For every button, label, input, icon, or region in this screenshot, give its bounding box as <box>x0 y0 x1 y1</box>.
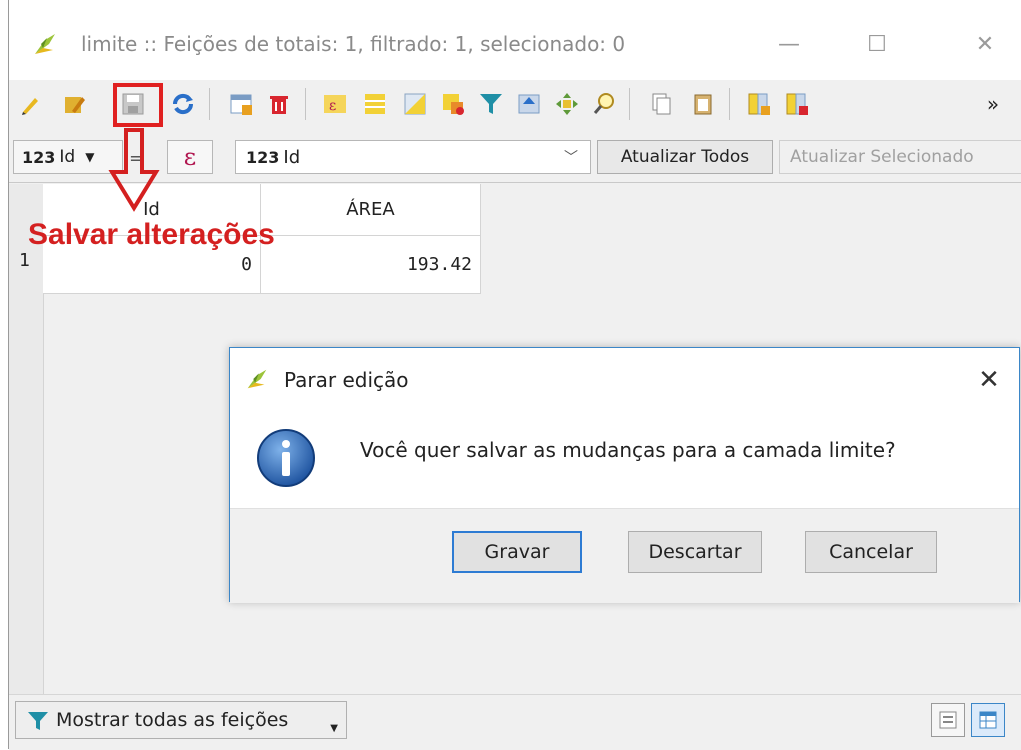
integer-type-icon: 123 <box>246 147 280 167</box>
form-view-button[interactable] <box>931 703 965 737</box>
discard-button[interactable]: Descartar <box>628 531 762 573</box>
move-selection-top-button[interactable] <box>515 90 543 118</box>
paste-button[interactable] <box>689 90 717 118</box>
maximize-button[interactable]: ☐ <box>857 24 897 64</box>
multi-edit-button[interactable] <box>61 90 89 118</box>
dropdown-arrow-icon: ▼ <box>330 723 338 734</box>
delete-field-button[interactable] <box>783 90 811 118</box>
field-selector-value: Id <box>59 147 76 167</box>
stop-editing-dialog: Parar edição ✕ Você quer salvar as mudan… <box>229 347 1020 603</box>
update-selected-button: Atualizar Selecionado <box>779 140 1021 174</box>
zoom-to-selected-button[interactable] <box>591 90 619 118</box>
annotation-arrow <box>108 128 160 212</box>
delete-feature-icon <box>270 96 288 114</box>
pan-to-selected-button[interactable] <box>553 90 581 118</box>
delete-field-icon <box>786 93 808 115</box>
new-field-icon <box>748 93 770 115</box>
add-feature-button[interactable] <box>227 90 255 118</box>
reload-icon <box>172 93 194 115</box>
chevron-down-icon: ﹀ <box>564 150 578 166</box>
field-selector[interactable]: 123 Id ▼ <box>13 140 123 174</box>
select-all-icon <box>365 94 385 114</box>
deselect-all-button[interactable] <box>439 90 467 118</box>
delete-feature-button[interactable] <box>265 90 293 118</box>
add-feature-icon <box>230 94 252 115</box>
expression-combo-value: Id <box>283 146 301 168</box>
pan-icon <box>556 93 578 115</box>
toggle-edit-button[interactable] <box>17 90 45 118</box>
cancel-button[interactable]: Cancelar <box>805 531 937 573</box>
copy-button[interactable] <box>647 90 675 118</box>
minimize-icon: — <box>778 31 800 57</box>
select-all-button[interactable] <box>361 90 389 118</box>
move-to-top-icon <box>518 94 540 114</box>
expression-icon: ε <box>183 143 197 171</box>
window-title: limite :: Feições de totais: 1, filtrado… <box>81 32 626 56</box>
deselect-icon <box>443 94 464 115</box>
toggle-edit-icon <box>22 98 38 115</box>
qgis-logo-icon <box>244 366 270 396</box>
status-bar: Mostrar todas as feições ▼ <box>9 694 1021 750</box>
invert-selection-icon <box>404 93 426 115</box>
overflow-chevron-icon: » <box>986 92 1000 116</box>
filter-icon <box>26 709 50 738</box>
invert-selection-button[interactable] <box>401 90 429 118</box>
toolbar-overflow-button[interactable]: » <box>979 90 1007 118</box>
dialog-close-button[interactable]: ✕ <box>969 360 1009 400</box>
table-view-icon <box>979 711 997 729</box>
maximize-icon: ☐ <box>867 31 887 57</box>
paste-icon <box>694 94 712 115</box>
table-cell-area[interactable]: 193.42 <box>261 236 481 294</box>
svg-text:ε: ε <box>329 98 336 114</box>
form-view-icon <box>939 711 957 729</box>
minimize-button[interactable]: — <box>769 24 809 64</box>
select-expression-icon: ε <box>324 95 346 114</box>
toolbar-separator <box>629 88 630 120</box>
dialog-title: Parar edição <box>284 368 409 392</box>
dialog-message: Você quer salvar as mudanças para a cama… <box>360 438 896 462</box>
save-button[interactable]: Gravar <box>452 531 582 573</box>
new-field-button[interactable] <box>745 90 773 118</box>
select-expression-button[interactable]: ε <box>321 90 349 118</box>
annotation-label: Salvar alterações <box>28 218 275 251</box>
copy-icon <box>652 93 671 115</box>
update-all-button[interactable]: Atualizar Todos <box>597 140 773 174</box>
chevron-down-icon: ▼ <box>85 150 95 164</box>
expression-combo[interactable]: 123 Id ﹀ <box>235 140 591 174</box>
filter-selected-button[interactable] <box>477 90 505 118</box>
close-button[interactable]: ✕ <box>965 24 1005 64</box>
zoom-icon <box>593 93 614 114</box>
field-calculator-bar: 123 Id ▼ = ε 123 Id ﹀ Atualizar Todos At… <box>9 132 1021 183</box>
table-view-button[interactable] <box>971 703 1005 737</box>
close-icon: ✕ <box>975 31 995 57</box>
toolbar-separator <box>305 88 306 120</box>
column-header-area[interactable]: ÁREA <box>261 184 481 236</box>
filter-icon <box>480 94 502 114</box>
row-number[interactable]: 1 <box>19 250 30 271</box>
title-bar: limite :: Feições de totais: 1, filtrado… <box>9 0 1021 80</box>
expression-builder-button[interactable]: ε <box>167 140 213 174</box>
qgis-logo-icon <box>31 30 59 62</box>
toolbar-separator <box>209 88 210 120</box>
reload-button[interactable] <box>169 90 197 118</box>
integer-type-icon: 123 <box>22 147 56 167</box>
toolbar-separator <box>729 88 730 120</box>
feature-filter-button[interactable]: Mostrar todas as feições ▼ <box>15 701 347 739</box>
dialog-button-row: Gravar Descartar Cancelar <box>230 508 1019 603</box>
info-icon <box>254 426 318 494</box>
close-icon: ✕ <box>978 365 1000 395</box>
save-highlight-box <box>113 83 163 127</box>
feature-filter-label: Mostrar todas as feições <box>56 709 289 731</box>
multi-edit-icon <box>65 97 85 113</box>
